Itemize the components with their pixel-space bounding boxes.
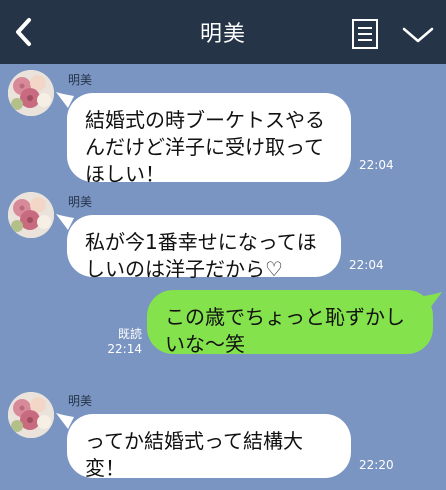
message-bubble[interactable]: この歳でちょっと恥ずかしいな〜笑 (147, 290, 433, 356)
read-receipt: 既読 (117, 327, 142, 341)
message-text: この歳でちょっと恥ずかしいな〜笑 (165, 305, 405, 356)
document-list-icon (352, 19, 378, 49)
flower-bouquet-icon (8, 392, 54, 438)
flower-bouquet-icon (8, 70, 54, 116)
chevron-down-icon (402, 27, 434, 43)
avatar[interactable] (8, 70, 54, 116)
bubble-tail (424, 292, 442, 308)
collapse-button[interactable] (400, 22, 436, 48)
sender-name: 明美 (68, 394, 93, 408)
message-text: 私が今1番幸せになってほしいのは洋子だから♡ (85, 230, 317, 281)
timestamp: 22:04 (359, 158, 394, 172)
timestamp: 22:20 (359, 458, 394, 472)
message-text: 結婚式の時ブーケトスやるんだけど洋子に受け取ってほしい！ (85, 108, 325, 186)
message-text: ってか結婚式って結構大変！ (85, 429, 303, 480)
sender-name: 明美 (68, 73, 93, 87)
message-bubble[interactable]: ってか結婚式って結構大変！ (67, 414, 351, 480)
timestamp: 22:04 (349, 258, 384, 272)
menu-button[interactable] (350, 18, 380, 50)
avatar[interactable] (8, 392, 54, 438)
avatar[interactable] (8, 192, 54, 238)
chat-header: 明美 (0, 0, 446, 64)
timestamp: 22:14 (107, 342, 142, 356)
flower-bouquet-icon (8, 192, 54, 238)
message-bubble[interactable]: 私が今1番幸せになってほしいのは洋子だから♡ (67, 215, 341, 281)
message-bubble[interactable]: 結婚式の時ブーケトスやるんだけど洋子に受け取ってほしい！ (67, 93, 351, 186)
sender-name: 明美 (68, 195, 93, 209)
